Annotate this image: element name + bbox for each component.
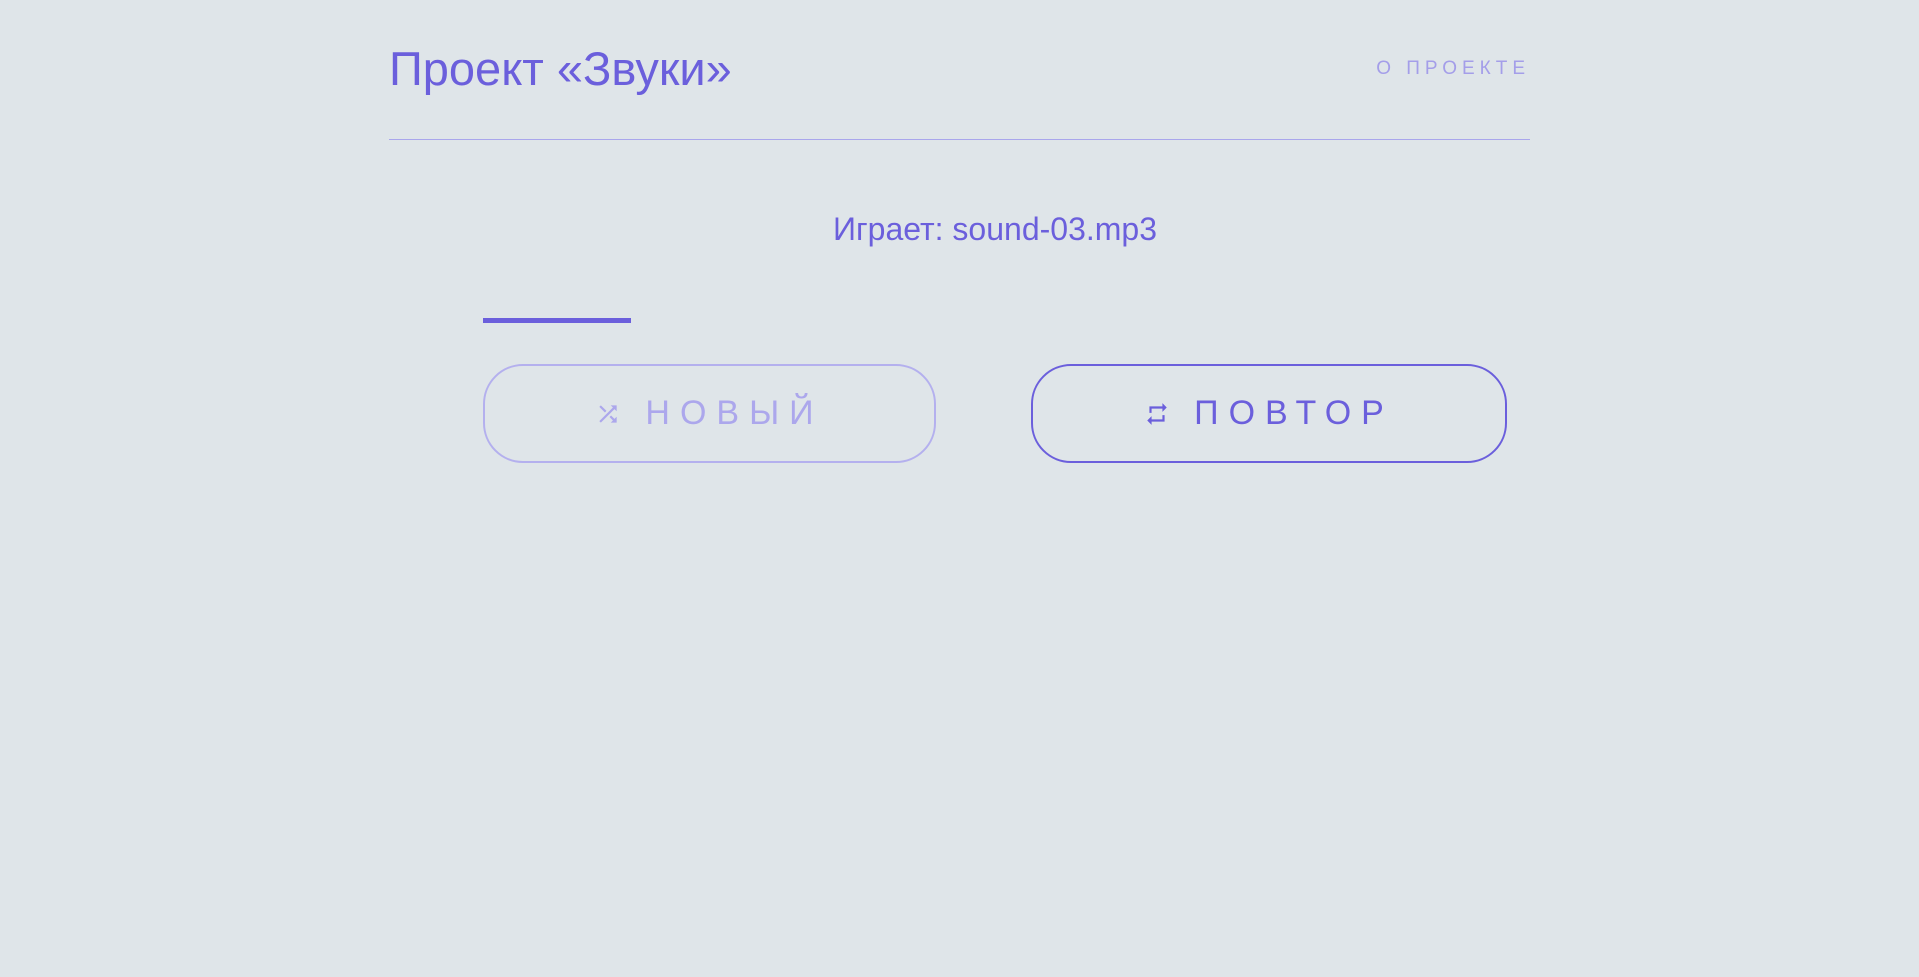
progress-bar[interactable] — [483, 318, 1506, 324]
repeat-button-label: ПОВТОР — [1194, 394, 1394, 432]
site-title: Проект «Звуки» — [389, 42, 732, 95]
new-button[interactable]: НОВЫЙ — [483, 364, 936, 463]
site-header: Проект «Звуки» О ПРОЕКТЕ — [389, 0, 1530, 140]
shuffle-icon — [595, 401, 621, 427]
new-button-label: НОВЫЙ — [645, 394, 824, 432]
about-link[interactable]: О ПРОЕКТЕ — [1376, 58, 1530, 80]
repeat-button[interactable]: ПОВТОР — [1031, 364, 1507, 463]
now-playing-text: Играет: sound-03.mp3 — [832, 211, 1157, 247]
repeat-icon — [1144, 401, 1170, 427]
progress-fill — [483, 318, 632, 323]
